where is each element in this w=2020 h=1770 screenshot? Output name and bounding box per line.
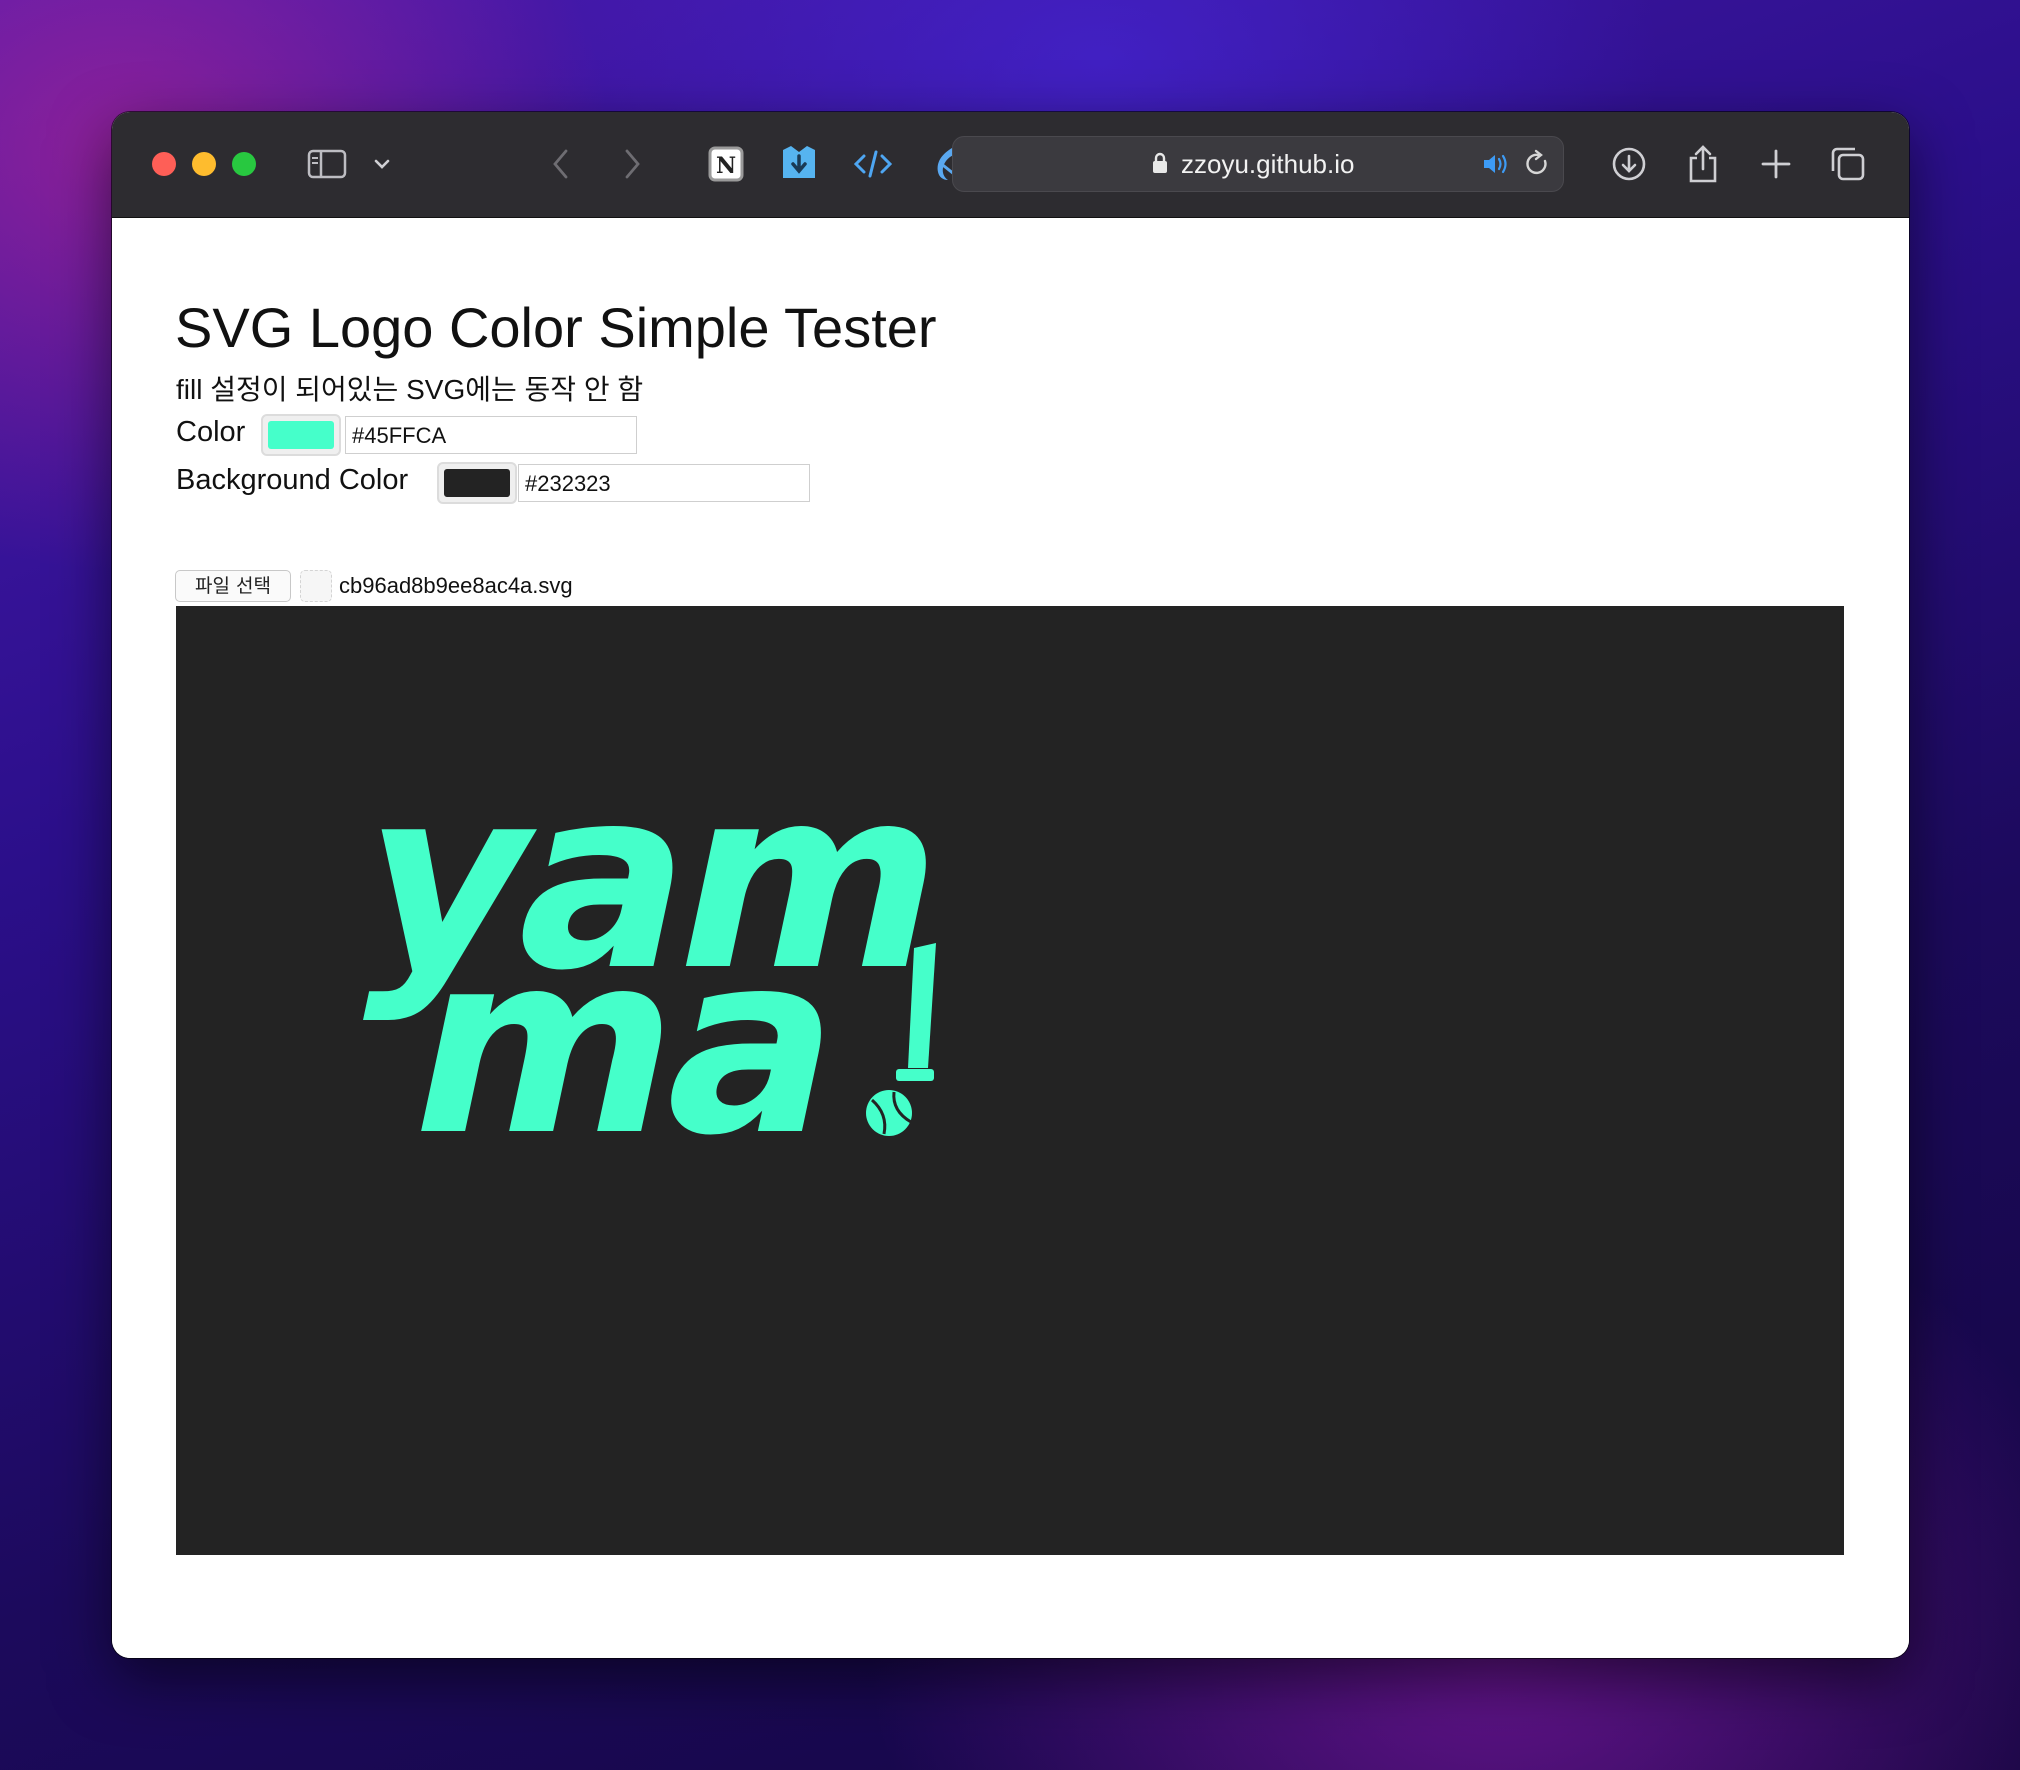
- address-bar[interactable]: zzoyu.github.io: [952, 136, 1564, 192]
- page-content: SVG Logo Color Simple Tester fill 설정이 되어…: [112, 218, 1909, 1658]
- file-icon: [300, 570, 332, 602]
- address-url: zzoyu.github.io: [1181, 149, 1355, 179]
- reload-icon[interactable]: [1523, 149, 1551, 179]
- page-note: fill 설정이 되어있는 SVG에는 동작 안 함: [176, 374, 644, 405]
- svg-preview-area: yam ma: [176, 606, 1844, 1555]
- color-label: Color: [176, 416, 246, 448]
- sidebar-toggle-icon[interactable]: [305, 142, 349, 186]
- back-icon[interactable]: [539, 142, 583, 186]
- file-choose-button[interactable]: 파일 선택: [175, 570, 291, 602]
- file-name: cb96ad8b9ee8ac4a.svg: [339, 573, 573, 598]
- code-icon[interactable]: [851, 142, 895, 186]
- minimize-window-button[interactable]: [192, 152, 216, 176]
- color-text-input[interactable]: #45FFCA: [345, 416, 637, 454]
- audio-playing-icon[interactable]: [1481, 151, 1511, 177]
- background-color-picker[interactable]: [437, 462, 517, 504]
- browser-toolbar: N zzoyu.github.io: [112, 112, 1909, 218]
- yamma-logo: yam ma: [337, 734, 967, 1191]
- svg-text:N: N: [716, 153, 736, 179]
- forward-icon[interactable]: [610, 142, 654, 186]
- new-tab-icon[interactable]: [1754, 142, 1798, 186]
- download-helper-icon[interactable]: [777, 142, 821, 186]
- chevron-down-icon[interactable]: [360, 142, 404, 186]
- zoom-window-button[interactable]: [232, 152, 256, 176]
- close-window-button[interactable]: [152, 152, 176, 176]
- logo-line2: ma: [388, 899, 863, 1191]
- share-icon[interactable]: [1681, 142, 1725, 186]
- background-color-swatch: [444, 469, 510, 497]
- browser-window: N zzoyu.github.io SVG Logo Color Simple …: [112, 112, 1909, 1658]
- background-color-text-input[interactable]: #232323: [518, 464, 810, 502]
- notion-icon[interactable]: N: [704, 142, 748, 186]
- page-title: SVG Logo Color Simple Tester: [175, 296, 937, 359]
- tab-overview-icon[interactable]: [1826, 142, 1870, 186]
- color-picker[interactable]: [261, 414, 341, 456]
- color-picker-swatch: [268, 421, 334, 449]
- background-color-label: Background Color: [176, 464, 409, 496]
- downloads-icon[interactable]: [1607, 142, 1651, 186]
- lock-icon: [1153, 152, 1167, 173]
